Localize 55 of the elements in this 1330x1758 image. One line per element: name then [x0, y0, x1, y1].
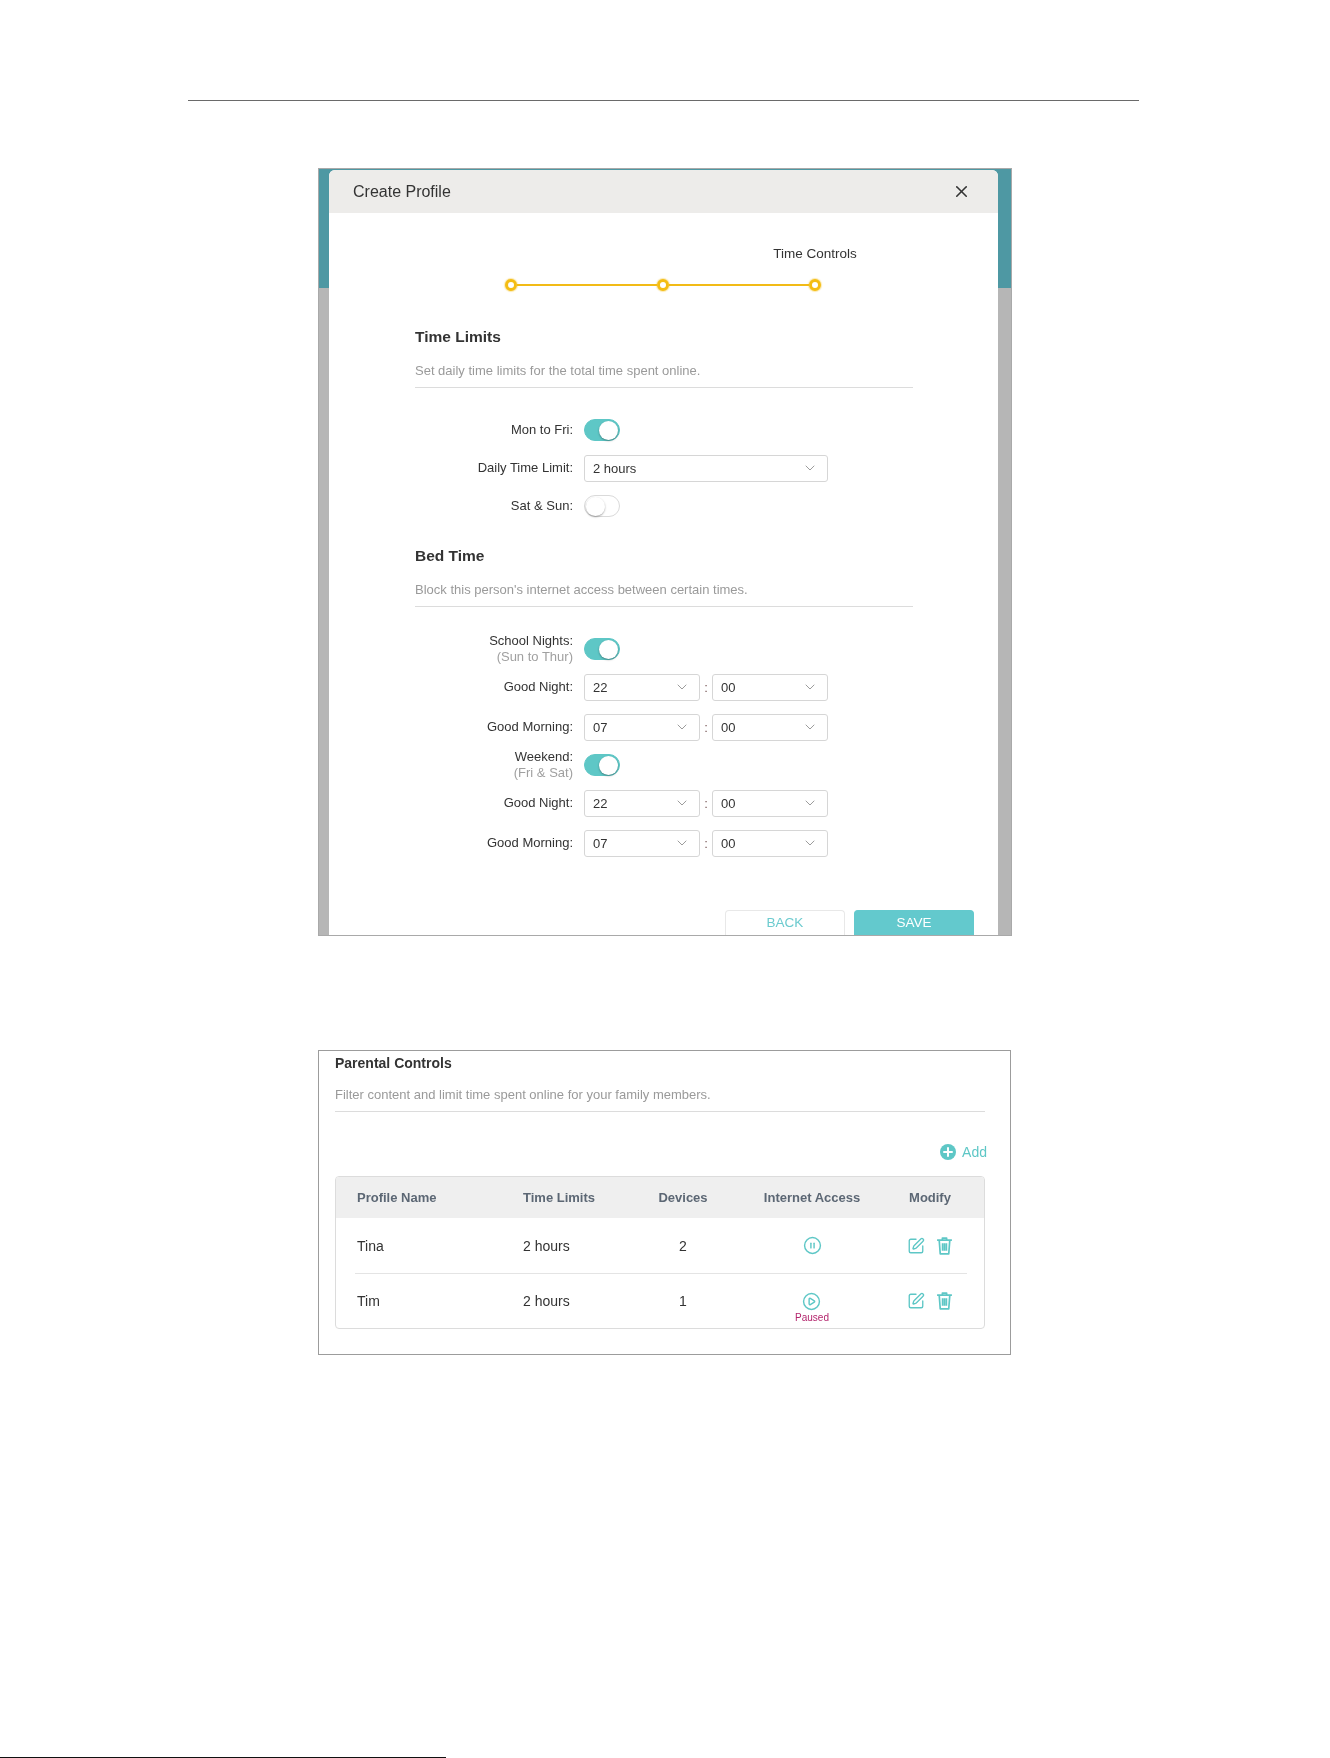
section-description: Set daily time limits for the total time spent online. [415, 363, 701, 379]
field-label: Good Morning: [487, 719, 573, 735]
step-label: Time Controls [773, 245, 857, 262]
hour-select[interactable]: 07 [584, 829, 700, 857]
field-label: Daily Time Limit: [477, 460, 573, 476]
table-cell: 2 [679, 1237, 687, 1254]
field-note: (Fri & Sat) [513, 765, 573, 781]
field-label: Good Night: [503, 795, 573, 811]
panel-title: Parental Controls [335, 1055, 452, 1072]
hour-select[interactable]: 22 [584, 789, 700, 817]
table-cell-text: Tina [356, 1237, 384, 1254]
time-separator: : [703, 719, 709, 735]
section-description: Block this person's internet access between certain times. [415, 582, 748, 598]
field-label: Weekend: [514, 749, 573, 765]
hour-select[interactable]: 22 [584, 673, 700, 701]
toggle-switch[interactable] [584, 495, 620, 517]
table-cell-text: 2 hours [522, 1237, 570, 1254]
hour-select[interactable]: 07 [584, 713, 700, 741]
delete-icon[interactable] [936, 1292, 953, 1310]
dialog-title: Create Profile [353, 182, 451, 201]
table-cell: 1 [679, 1293, 687, 1309]
column-header: Modify [909, 1190, 951, 1205]
section-heading: Bed Time [415, 546, 485, 566]
toggle-switch[interactable] [584, 754, 620, 776]
play-icon[interactable] [802, 1292, 822, 1311]
field-label: Mon to Fri: [510, 422, 573, 438]
column-header: Internet Access [763, 1190, 861, 1205]
section-heading: Time Limits [415, 327, 501, 347]
table-cell-text: 2 hours [522, 1293, 570, 1309]
minute-select[interactable]: 00 [712, 829, 828, 857]
pause-icon[interactable] [802, 1236, 822, 1255]
add-icon [940, 1144, 957, 1160]
time-separator: : [703, 795, 709, 811]
time-separator: : [703, 679, 709, 695]
dropdown-select[interactable]: 2 hours [584, 454, 828, 482]
status-label: Paused [795, 1312, 829, 1324]
edit-icon[interactable] [907, 1292, 925, 1310]
time-separator: : [703, 835, 709, 851]
field-label: School Nights: [489, 633, 573, 649]
column-header: Time Limits [522, 1190, 595, 1205]
minute-select[interactable]: 00 [712, 713, 828, 741]
toggle-switch[interactable] [584, 638, 620, 660]
panel-description: Filter content and limit time spent online for your family members. [335, 1087, 711, 1103]
field-label: Sat & Sun: [510, 498, 573, 514]
delete-icon[interactable] [936, 1236, 953, 1255]
column-header: Devices [658, 1190, 708, 1205]
field-label: Good Night: [503, 679, 573, 695]
minute-select[interactable]: 00 [712, 789, 828, 817]
minute-select[interactable]: 00 [712, 673, 828, 701]
column-header: Profile Name [356, 1190, 437, 1205]
field-label: Good Morning: [487, 835, 573, 851]
table-cell-text: Tim [356, 1293, 380, 1309]
edit-icon[interactable] [907, 1236, 925, 1255]
toggle-switch[interactable] [584, 419, 620, 441]
field-note: (Sun to Thur) [496, 649, 573, 665]
